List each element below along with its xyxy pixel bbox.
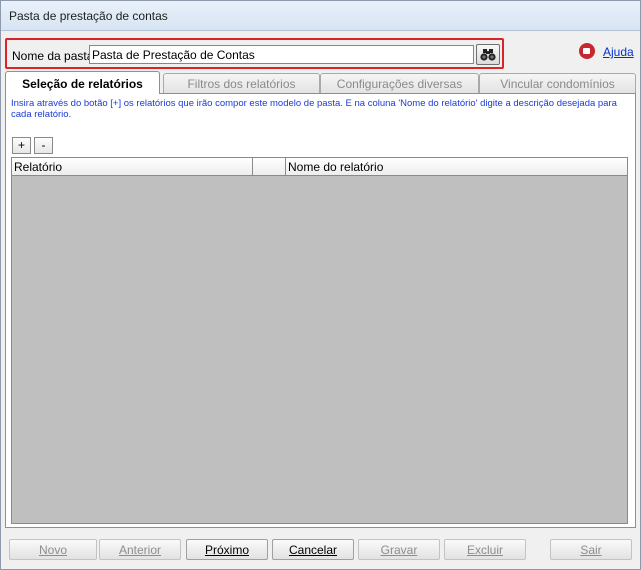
remove-report-button[interactable]: - <box>34 137 53 154</box>
folder-name-label: Nome da pasta: <box>12 49 97 63</box>
help-record-icon[interactable] <box>579 43 595 59</box>
tab-panel-report-selection: Insira através do botão [+] os relatório… <box>5 93 636 528</box>
tab-report-filters[interactable]: Filtros dos relatórios <box>163 73 320 93</box>
add-report-button[interactable]: + <box>12 137 31 154</box>
tab-misc-settings[interactable]: Configurações diversas <box>320 73 479 93</box>
new-button[interactable]: Novo <box>9 539 97 560</box>
window-title: Pasta de prestação de contas <box>9 9 168 23</box>
delete-button[interactable]: Excluir <box>444 539 526 560</box>
tab-strip: Seleção de relatórios Filtros dos relató… <box>5 71 637 94</box>
binoculars-icon <box>480 49 496 61</box>
save-button[interactable]: Gravar <box>358 539 440 560</box>
cancel-button-label: Cancelar <box>288 543 338 557</box>
tab-report-selection[interactable]: Seleção de relatórios <box>5 71 160 94</box>
grid-header: Relatório Nome do relatório <box>12 158 627 176</box>
help-link[interactable]: Ajuda <box>603 45 634 59</box>
reports-grid[interactable]: Relatório Nome do relatório <box>11 157 628 524</box>
column-header-report[interactable]: Relatório <box>12 158 253 176</box>
search-button[interactable] <box>476 44 500 65</box>
previous-button-label: Anterior <box>118 543 162 557</box>
instructions-text: Insira através do botão [+] os relatório… <box>11 98 617 120</box>
delete-button-label: Excluir <box>466 543 503 557</box>
previous-button[interactable]: Anterior <box>99 539 181 560</box>
dialog-window: Pasta de prestação de contas Nome da pas… <box>0 0 641 570</box>
column-header-spacer[interactable] <box>253 158 286 176</box>
exit-button[interactable]: Sair <box>550 539 632 560</box>
next-button-label: Próximo <box>204 543 249 557</box>
exit-button-label: Sair <box>580 543 602 557</box>
tab-link-condominiums[interactable]: Vincular condomínios <box>479 73 636 93</box>
column-header-report-name[interactable]: Nome do relatório <box>286 158 627 176</box>
title-bar[interactable]: Pasta de prestação de contas <box>1 1 640 31</box>
new-button-label: Novo <box>38 543 67 557</box>
folder-name-group: Nome da pasta: <box>5 38 504 69</box>
folder-name-input[interactable] <box>89 45 474 64</box>
cancel-button[interactable]: Cancelar <box>272 539 354 560</box>
save-button-label: Gravar <box>380 543 418 557</box>
next-button[interactable]: Próximo <box>186 539 268 560</box>
